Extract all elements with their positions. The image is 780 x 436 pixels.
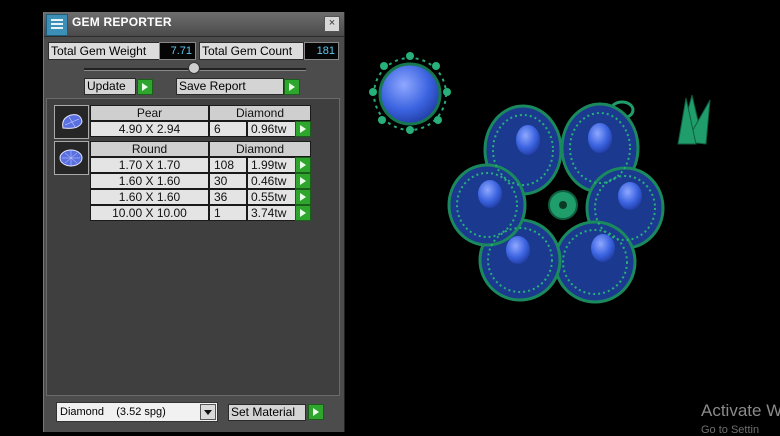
select-row-go-icon[interactable] <box>295 189 311 205</box>
chevron-down-icon[interactable] <box>200 404 216 420</box>
total-gem-weight-label: Total Gem Weight <box>48 42 160 60</box>
gem-size: 1.70 X 1.70 <box>90 157 209 173</box>
activate-windows-watermark: Activate W <box>701 401 780 420</box>
gem-size: 1.60 X 1.60 <box>90 189 209 205</box>
loose-round-gem[interactable] <box>369 52 451 134</box>
select-row-go-icon[interactable] <box>295 173 311 189</box>
gem-weight: 0.46tw <box>247 173 296 189</box>
gem-size: 1.60 X 1.60 <box>90 173 209 189</box>
total-gem-count-value: 181 <box>304 42 339 60</box>
update-button[interactable]: Update <box>84 78 136 95</box>
title-bar[interactable]: GEM REPORTER × <box>44 12 344 37</box>
update-go-icon[interactable] <box>137 79 153 95</box>
select-row-go-icon[interactable] <box>295 157 311 173</box>
gem-report-list: Pear Diamond 4.90 X 2.94 6 0.96tw Round … <box>46 98 340 396</box>
group-shape-header: Round <box>90 141 209 157</box>
set-material-button[interactable]: Set Material <box>228 404 306 421</box>
gem-size: 4.90 X 2.94 <box>90 121 209 137</box>
flower-pendant[interactable] <box>447 102 665 304</box>
jewelry-3d-model[interactable] <box>360 40 740 310</box>
gem-count: 6 <box>209 121 247 137</box>
group-material-header: Diamond <box>209 141 311 157</box>
close-button[interactable]: × <box>324 16 340 32</box>
material-dropdown[interactable]: Diamond (3.52 spg) <box>56 402 218 422</box>
set-material-go-icon[interactable] <box>308 404 324 420</box>
gem-count: 30 <box>209 173 247 189</box>
settings-hint-watermark: Go to Settin <box>701 424 760 436</box>
save-report-button[interactable]: Save Report <box>176 78 284 95</box>
pear-gem-icon <box>54 105 89 139</box>
gem-weight: 1.99tw <box>247 157 296 173</box>
round-gem-icon <box>54 141 89 175</box>
gem-weight: 3.74tw <box>247 205 296 221</box>
window-title: GEM REPORTER <box>72 15 172 29</box>
material-selected-value: Diamond (3.52 spg) <box>60 406 166 418</box>
gem-count: 36 <box>209 189 247 205</box>
slider-knob[interactable] <box>188 62 200 74</box>
gem-count: 1 <box>209 205 247 221</box>
total-gem-weight-value: 7.71 <box>159 42 196 60</box>
gem-weight: 0.55tw <box>247 189 296 205</box>
gem-weight: 0.96tw <box>247 121 296 137</box>
select-row-go-icon[interactable] <box>295 205 311 221</box>
select-row-go-icon[interactable] <box>295 121 311 137</box>
app-icon <box>46 14 68 36</box>
gem-size: 10.00 X 10.00 <box>90 205 209 221</box>
save-report-go-icon[interactable] <box>284 79 300 95</box>
total-gem-count-label: Total Gem Count <box>199 42 304 60</box>
bail-cone <box>677 94 711 145</box>
gem-count: 108 <box>209 157 247 173</box>
group-material-header: Diamond <box>209 105 311 121</box>
gem-reporter-panel: GEM REPORTER × Total Gem Weight 7.71 Tot… <box>43 12 345 432</box>
group-shape-header: Pear <box>90 105 209 121</box>
